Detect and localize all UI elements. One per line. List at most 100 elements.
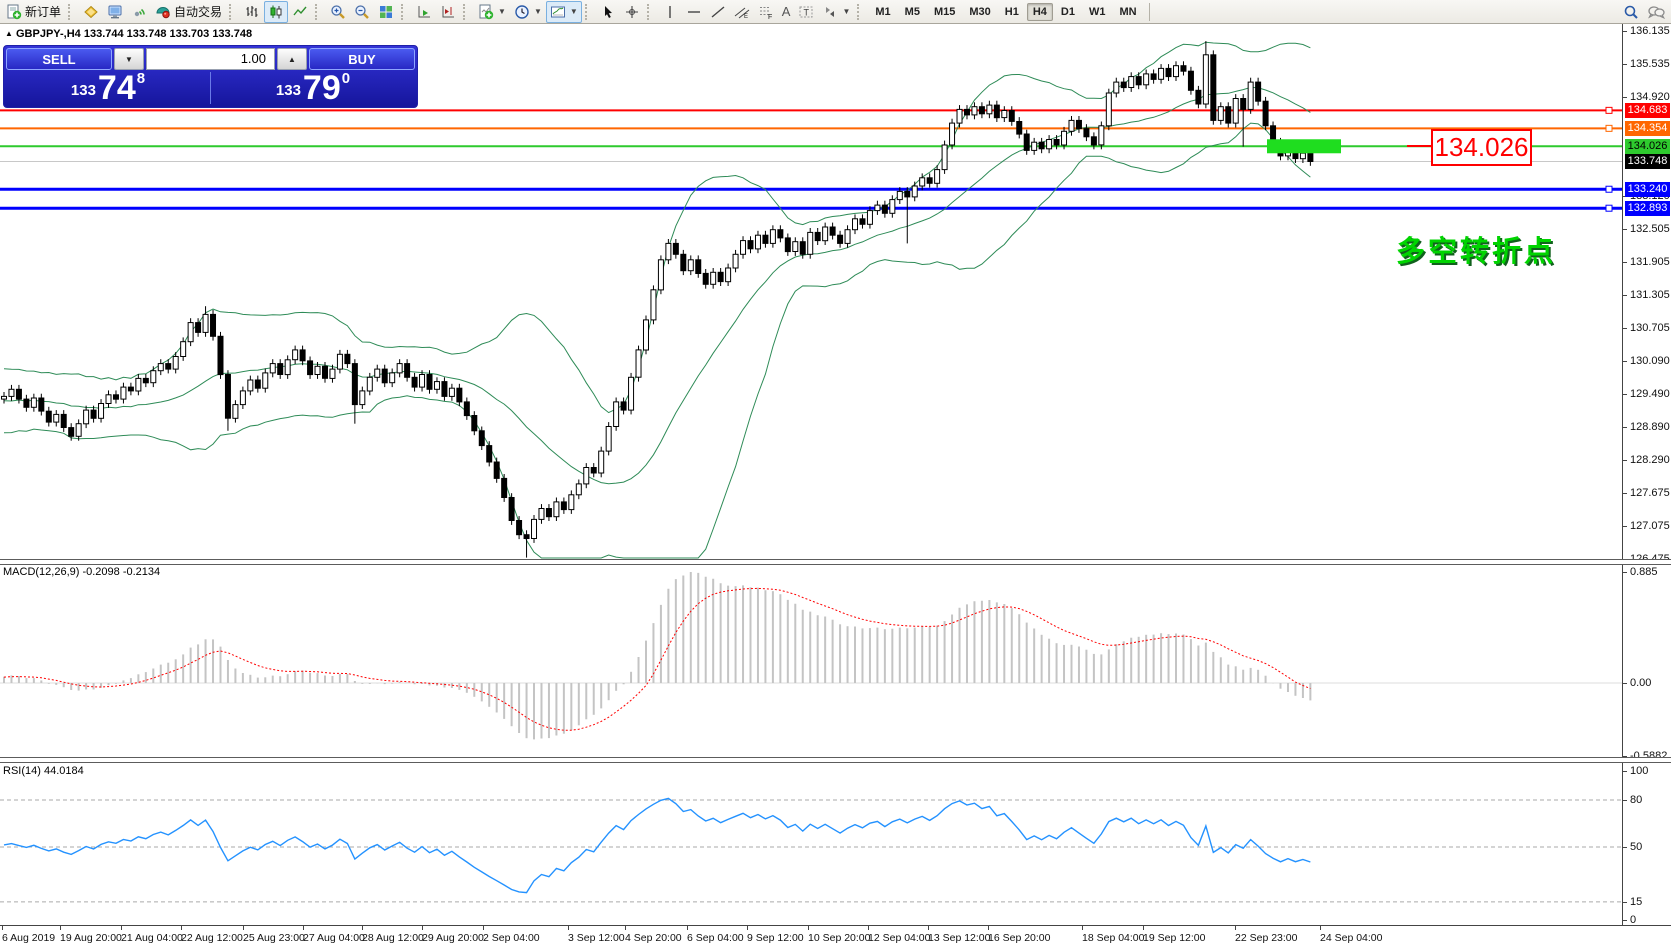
time-tick	[928, 926, 929, 930]
line-chart-icon	[292, 4, 308, 20]
vertical-line-tool-button[interactable]	[658, 1, 682, 23]
signals-button[interactable]	[127, 1, 151, 23]
line-anchor[interactable]	[1606, 125, 1612, 131]
time-label: 10 Sep 20:00	[808, 932, 870, 944]
current-price-badge: 133.748	[1625, 154, 1670, 169]
timeframe-w1[interactable]: W1	[1083, 3, 1112, 21]
time-label: 27 Aug 04:00	[303, 932, 365, 944]
fibonacci-tool-button[interactable]: F	[754, 1, 778, 23]
rsi-tick: 50	[1630, 841, 1642, 853]
price-tick: 135.535	[1630, 58, 1670, 70]
timeframe-m5[interactable]: M5	[899, 3, 926, 21]
sell-price[interactable]: 133 74 8	[6, 70, 210, 106]
new-order-button[interactable]: 新订单	[2, 1, 65, 23]
volume-input[interactable]: 1.00	[146, 48, 275, 70]
candles	[2, 41, 1313, 558]
auto-scroll-button[interactable]	[412, 1, 436, 23]
time-tick	[303, 926, 304, 930]
trendline-icon	[710, 4, 726, 20]
collapse-arrow-icon[interactable]: ▲	[5, 29, 13, 38]
candlestick-mode-button[interactable]	[264, 1, 288, 23]
price-axis-column[interactable]: 136.135135.535134.920133.120132.505131.9…	[1623, 24, 1671, 925]
sell-button[interactable]: SELL	[6, 48, 112, 70]
timeframe-d1[interactable]: D1	[1055, 3, 1081, 21]
price-tick: 131.905	[1630, 256, 1670, 268]
pane-separator-macd[interactable]	[0, 559, 1671, 565]
price-note-box[interactable]: 134.026	[1431, 129, 1532, 166]
timeframe-h4[interactable]: H4	[1027, 3, 1053, 21]
horizontal-line-tool-button[interactable]	[682, 1, 706, 23]
rsi-label: RSI(14) 44.0184	[3, 765, 84, 777]
price-tick: 127.075	[1630, 520, 1670, 532]
axis-tick	[1623, 295, 1627, 296]
fibonacci-icon: F	[758, 4, 774, 20]
macd-tick: 0.00	[1630, 677, 1651, 689]
chart-shift-button[interactable]	[436, 1, 460, 23]
price-tick: 130.705	[1630, 322, 1670, 334]
sell-price-prefix: 133	[71, 82, 96, 99]
timeframe-m15[interactable]: M15	[928, 3, 961, 21]
trendline-tool-button[interactable]	[706, 1, 730, 23]
line-chart-mode-button[interactable]	[288, 1, 312, 23]
highlight-zone[interactable]	[1267, 139, 1341, 153]
time-label: 16 Sep 20:00	[988, 932, 1050, 944]
turning-point-annotation[interactable]: 多空转折点	[1396, 228, 1556, 270]
axis-tick	[1623, 361, 1627, 362]
price-tick: 136.135	[1630, 25, 1670, 37]
line-anchor[interactable]	[1606, 107, 1612, 113]
line-anchor[interactable]	[1606, 205, 1612, 211]
buy-price[interactable]: 133 79 0	[211, 70, 415, 106]
timeframe-m30[interactable]: M30	[963, 3, 996, 21]
symbol-name: GBPJPY-,H4	[16, 28, 81, 40]
timeframe-m1[interactable]: M1	[869, 3, 896, 21]
zoom-in-button[interactable]	[326, 1, 350, 23]
text-label-tool-button[interactable]: T	[794, 1, 818, 23]
autotrading-button[interactable]: 自动交易	[151, 1, 226, 23]
zoom-out-button[interactable]	[350, 1, 374, 23]
buy-button[interactable]: BUY	[309, 48, 415, 70]
line-anchor[interactable]	[1606, 186, 1612, 192]
timeframe-h1[interactable]: H1	[999, 3, 1025, 21]
search-icon	[1623, 4, 1639, 20]
symbol-info-line: ▲ GBPJPY-,H4 133.744 133.748 133.703 133…	[5, 28, 252, 40]
time-tick	[687, 926, 688, 930]
indicators-button[interactable]: ▼	[474, 1, 510, 23]
volume-increase-button[interactable]: ▲	[277, 48, 307, 70]
periods-button[interactable]: ▼	[510, 1, 546, 23]
data-window-icon	[107, 4, 123, 20]
new-order-label: 新订单	[25, 3, 61, 20]
vertical-line-icon	[662, 4, 678, 20]
search-button[interactable]	[1619, 1, 1643, 23]
chat-button[interactable]	[1643, 1, 1669, 23]
data-window-button[interactable]	[103, 1, 127, 23]
pane-separator-rsi[interactable]	[0, 757, 1671, 763]
axis-tick	[1623, 31, 1627, 32]
equidistant-channel-icon: E	[734, 4, 750, 20]
crosshair-tool-button[interactable]	[620, 1, 644, 23]
tile-windows-icon	[378, 4, 394, 20]
time-tick	[868, 926, 869, 930]
toolbar-grip	[401, 4, 407, 20]
macd-label: MACD(12,26,9) -0.2098 -0.2134	[3, 566, 160, 578]
time-label: 9 Sep 12:00	[747, 932, 804, 944]
text-tool-button[interactable]: A	[778, 1, 795, 23]
axis-tick	[1623, 394, 1627, 395]
mt4-window: { "toolbar": { "new_order_label": "新订单",…	[0, 0, 1671, 946]
buy-price-sup: 0	[342, 70, 350, 87]
chart-canvas[interactable]	[0, 0, 1671, 946]
channel-tool-button[interactable]: E	[730, 1, 754, 23]
timeframe-mn[interactable]: MN	[1113, 3, 1142, 21]
cursor-tool-button[interactable]	[596, 1, 620, 23]
tile-windows-button[interactable]	[374, 1, 398, 23]
volume-decrease-button[interactable]: ▼	[114, 48, 144, 70]
time-tick	[747, 926, 748, 930]
cursor-icon	[600, 4, 616, 20]
bar-chart-mode-button[interactable]	[240, 1, 264, 23]
market-watch-button[interactable]	[79, 1, 103, 23]
time-label: 12 Sep 04:00	[868, 932, 930, 944]
time-axis[interactable]: 6 Aug 201919 Aug 20:0021 Aug 04:0022 Aug…	[0, 925, 1671, 946]
arrows-tool-button[interactable]: ▼	[818, 1, 854, 23]
chevron-down-icon: ▼	[534, 7, 542, 16]
templates-button[interactable]: ▼	[546, 1, 582, 23]
signals-icon	[131, 4, 147, 20]
